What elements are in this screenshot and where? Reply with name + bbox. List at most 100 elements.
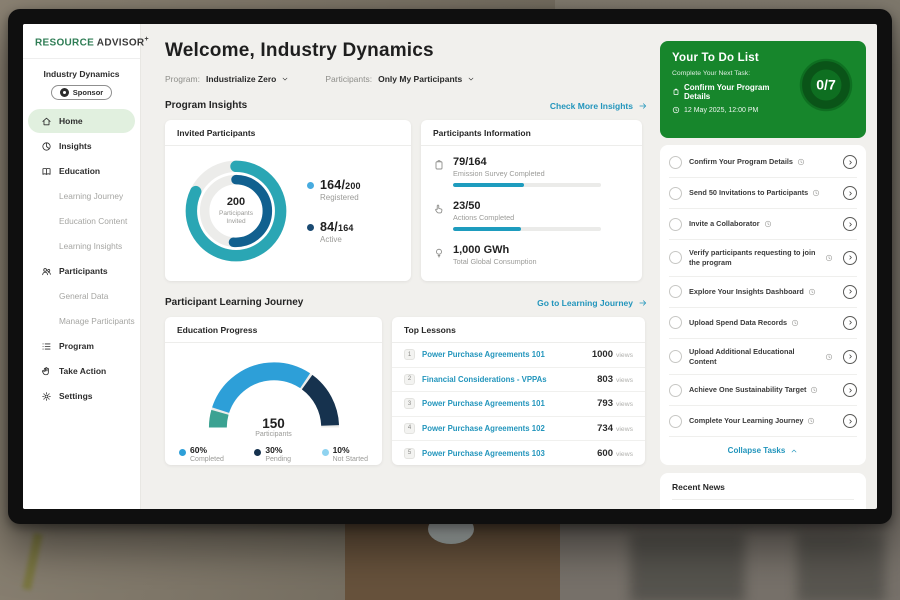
chevron-down-icon [281,75,289,83]
task-open-button[interactable] [843,217,857,231]
clock-icon [808,288,816,296]
lesson-views-count: 803 [597,374,613,385]
sidebar-item[interactable]: Learning Insights [28,234,135,258]
go-to-learning-journey-link[interactable]: Go to Learning Journey [537,298,648,308]
learning-journey-header: Participant Learning Journey Go to Learn… [165,297,648,308]
lesson-link[interactable]: Financial Considerations - VPPAs [422,375,547,384]
task-row: Confirm Your Program Details [669,147,857,178]
lesson-views-unit: views [616,352,633,359]
metric-row: 1,000 GWh Total Global Consumption [433,244,630,266]
check-more-insights-link[interactable]: Check More Insights [550,101,648,111]
filter: Program: Industrialize Zero [165,74,289,84]
sidebar-item[interactable]: Home [28,109,135,133]
sidebar-item[interactable]: Learning Journey [28,184,135,208]
sidebar-item[interactable]: Participants [28,259,135,283]
clock-icon [672,106,680,114]
task-open-button[interactable] [843,414,857,428]
education-icon [41,166,52,177]
clock-icon [797,158,805,166]
sidebar-item[interactable]: Manage Participants [28,309,135,333]
filter-dropdown[interactable]: Only My Participants [378,74,475,84]
sponsor-badge-label: Sponsor [73,88,103,97]
filter-value: Industrialize Zero [206,74,276,84]
task-label: Complete Your Learning Journey [689,416,803,426]
top-lessons-card: Top Lessons 1 Power Purchase Agreements … [392,317,645,465]
task-checkbox[interactable] [669,218,682,231]
clock-icon [812,189,820,197]
lesson-link[interactable]: Power Purchase Agreements 102 [422,424,545,433]
insights-icon [41,141,52,152]
task-open-button[interactable] [843,285,857,299]
task-open-button[interactable] [843,251,857,265]
metric-row: 79/164 Emission Survey Completed [433,156,630,187]
task-open-button[interactable] [843,383,857,397]
recent-news-card: Recent News [660,473,866,509]
sidebar-item-label: Program [59,341,94,351]
task-row: Send 50 Invitations to Participants [669,178,857,209]
lesson-link[interactable]: Power Purchase Agreements 103 [422,449,545,458]
task-open-button[interactable] [843,155,857,169]
sidebar-item[interactable]: Take Action [28,359,135,383]
chevron-up-icon [790,447,798,455]
filter: Participants: Only My Participants [325,74,475,84]
invited-participants-card: Invited Participants 200 Partic [165,120,411,281]
sidebar-item-label: Learning Journey [59,191,123,201]
task-checkbox[interactable] [669,285,682,298]
sidebar-item-label: General Data [59,291,108,301]
task-open-button[interactable] [843,316,857,330]
chevron-right-icon [847,418,854,425]
task-row: Upload Additional Educational Content [669,339,857,376]
page-title: Welcome, Industry Dynamics [165,40,648,62]
task-label: Upload Spend Data Records [689,318,787,328]
sidebar-item-label: Take Action [59,366,106,376]
chevron-down-icon [467,75,475,83]
sidebar-item[interactable]: General Data [28,284,135,308]
recent-news-title: Recent News [672,482,854,500]
sidebar-item[interactable]: Education [28,159,135,183]
task-checkbox[interactable] [669,415,682,428]
lesson-views-count: 793 [597,398,613,409]
lesson-row: 3 Power Purchase Agreements 101 793 view… [392,392,645,417]
sidebar-item[interactable]: Insights [28,134,135,158]
metric-label: Emission Survey Completed [453,169,601,178]
task-checkbox[interactable] [669,187,682,200]
card-title: Education Progress [165,317,382,343]
section-title: Program Insights [165,100,247,111]
survey-icon [433,159,445,171]
lesson-views-unit: views [616,426,633,433]
sidebar-item[interactable]: Education Content [28,209,135,233]
svg-text:0/7: 0/7 [816,77,836,93]
filter-dropdown[interactable]: Industrialize Zero [206,74,289,84]
sidebar-nav: Home Insights Education Learning [23,109,140,408]
arrow-right-icon [638,101,648,111]
lesson-link[interactable]: Power Purchase Agreements 101 [422,399,545,408]
metric-value: 1,000 GWh [453,244,537,256]
chevron-right-icon [847,319,854,326]
legend-dot [307,182,314,189]
sidebar-item-label: Learning Insights [59,241,122,251]
task-checkbox[interactable] [669,156,682,169]
task-checkbox[interactable] [669,384,682,397]
clock-icon [825,353,833,361]
lesson-views-unit: views [616,377,633,384]
task-checkbox[interactable] [669,350,682,363]
sidebar-item-label: Education [59,166,100,176]
metric-label: Actions Completed [453,213,601,222]
lesson-row: 4 Power Purchase Agreements 102 734 view… [392,417,645,442]
participants-information-card: Participants Information 79/164 Emission… [421,120,642,281]
metric-row: 23/50 Actions Completed [433,200,630,231]
card-title: Participants Information [421,120,642,146]
sidebar-item[interactable]: Program [28,334,135,358]
invited-donut-chart: 200 Participants Invited [179,154,293,268]
task-checkbox[interactable] [669,251,682,264]
collapse-tasks-link[interactable]: Collapse Tasks [669,437,857,465]
lesson-link[interactable]: Power Purchase Agreements 101 [422,350,545,359]
legend-dot [254,449,261,456]
lesson-views-count: 734 [597,423,613,434]
clipboard-icon [672,88,680,96]
chevron-right-icon [847,288,854,295]
task-open-button[interactable] [843,350,857,364]
task-open-button[interactable] [843,186,857,200]
sidebar-item[interactable]: Settings [28,384,135,408]
task-checkbox[interactable] [669,316,682,329]
